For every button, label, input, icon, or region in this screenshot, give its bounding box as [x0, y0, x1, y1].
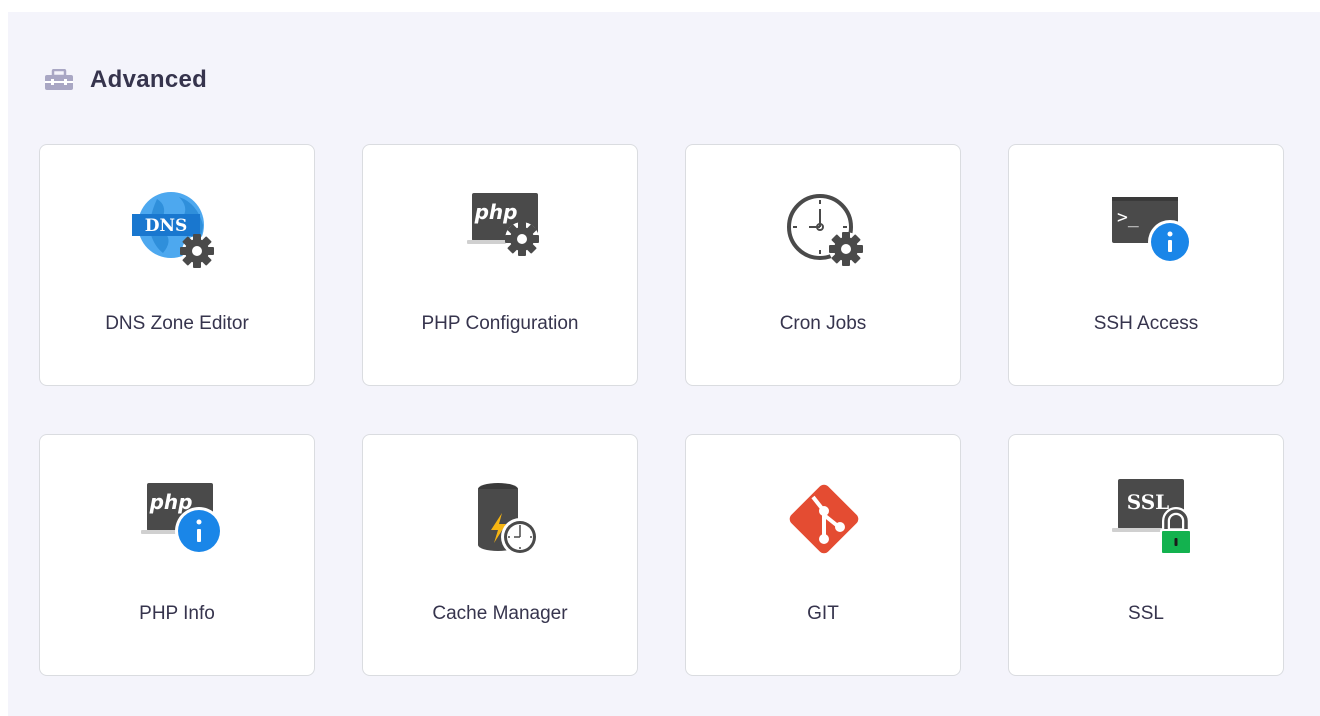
ssh-access-card[interactable]: >_ SSH Access [1008, 144, 1284, 386]
clock-gear-icon [773, 185, 873, 285]
dns-badge: DNS [145, 216, 188, 236]
section-header: Advanced [44, 64, 207, 96]
dns-zone-editor-card[interactable]: DNS DNS Zone Editor [39, 144, 315, 386]
card-label: SSL [1128, 603, 1164, 624]
terminal-prompt: >_ [1117, 207, 1139, 228]
card-label: PHP Info [139, 603, 215, 624]
card-label: DNS Zone Editor [105, 313, 249, 334]
card-label: Cron Jobs [779, 313, 867, 334]
card-label: PHP Configuration [421, 313, 579, 334]
cron-jobs-card[interactable]: Cron Jobs [685, 144, 961, 386]
ssl-badge: SSL [1127, 490, 1170, 514]
ssl-lock-icon: SSL [1096, 475, 1196, 575]
card-label: GIT [807, 603, 839, 624]
cache-manager-card[interactable]: Cache Manager [362, 434, 638, 676]
git-card[interactable]: GIT [685, 434, 961, 676]
php-badge: php [474, 200, 518, 224]
card-label: Cache Manager [432, 603, 568, 624]
php-gear-icon: php [450, 185, 550, 285]
git-icon [773, 475, 873, 575]
php-info-icon: php [127, 475, 227, 575]
php-configuration-card[interactable]: php PHP Configuration [362, 144, 638, 386]
ssl-card[interactable]: SSL SSL [1008, 434, 1284, 676]
toolbox-icon [44, 68, 74, 91]
card-label: SSH Access [1093, 313, 1199, 334]
terminal-info-icon: >_ [1096, 185, 1196, 285]
section-title: Advanced [90, 66, 208, 93]
php-badge: php [149, 490, 193, 514]
php-info-card[interactable]: php PHP Info [39, 434, 315, 676]
database-lightning-clock-icon [450, 475, 550, 575]
dns-gear-icon: DNS [127, 185, 227, 285]
tools-grid: DNS DNS Zone Editor php PHP Configuratio… [39, 144, 1285, 676]
